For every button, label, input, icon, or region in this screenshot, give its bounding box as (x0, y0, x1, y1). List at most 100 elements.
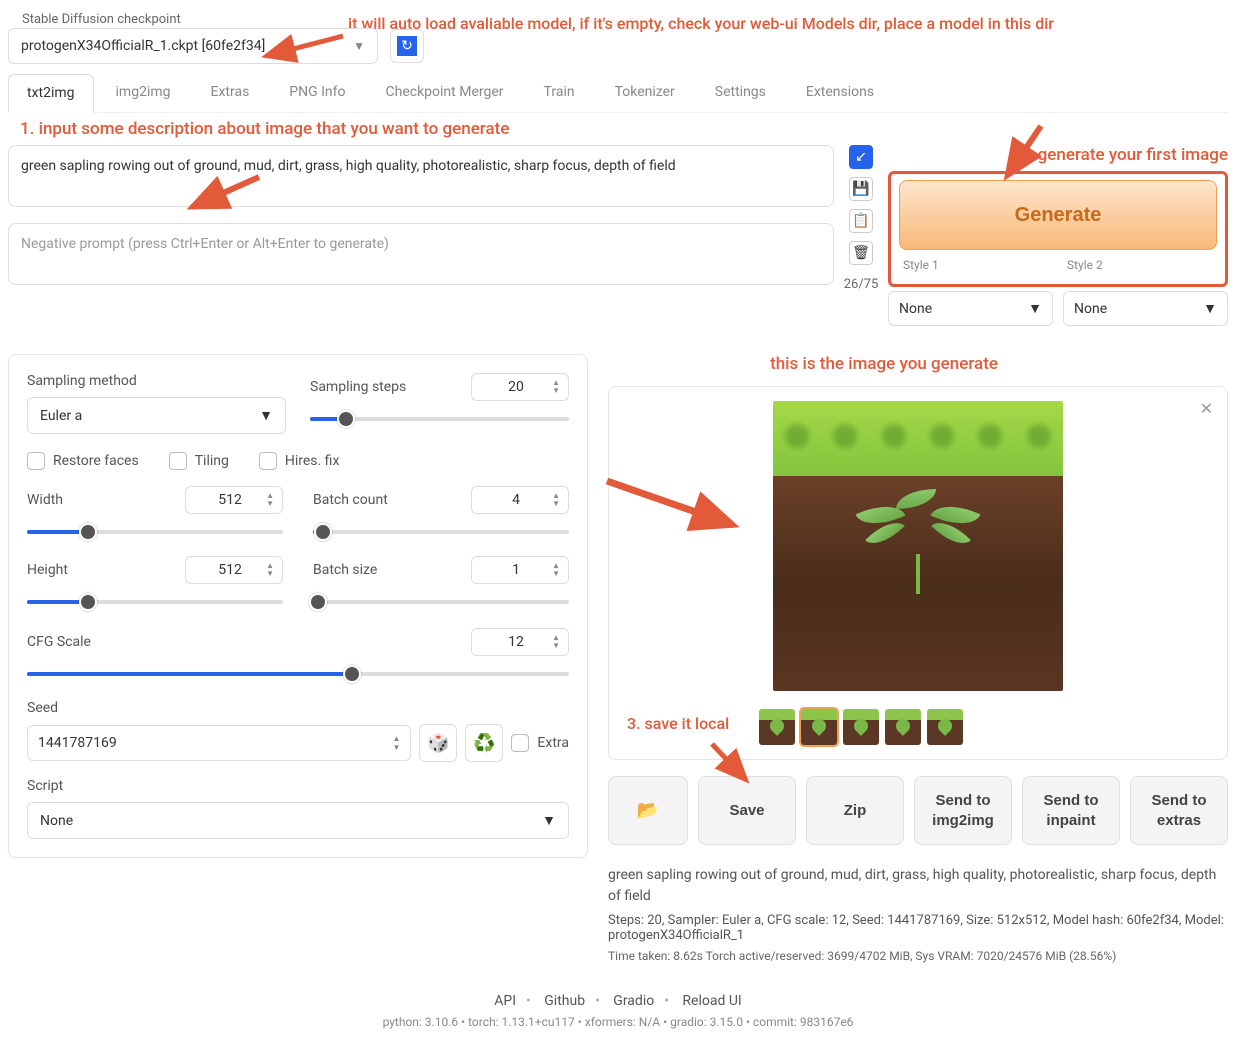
annotation-step2: 2. generate your first image (888, 145, 1228, 165)
style2-select[interactable]: None ▼ (1063, 291, 1228, 326)
tab-train[interactable]: Train (526, 74, 593, 112)
spinner-icon[interactable]: ▲▼ (266, 492, 274, 508)
result-meta: Steps: 20, Sampler: Euler a, CFG scale: … (608, 913, 1228, 943)
restore-faces-checkbox[interactable]: Restore faces (27, 452, 139, 470)
arrow-icon: ↙ (855, 149, 867, 165)
thumbnail-4[interactable] (885, 709, 921, 745)
annotation-mid: this is the image you generate (770, 354, 998, 374)
sampling-steps-value: 20 (480, 379, 552, 395)
tab-extensions[interactable]: Extensions (788, 74, 892, 112)
footer-link-github[interactable]: Github (544, 993, 585, 1009)
tab-pnginfo[interactable]: PNG Info (271, 74, 363, 112)
result-time: Time taken: 8.62s Torch active/reserved:… (608, 949, 1228, 963)
output-panel: ✕ 3. save it local (608, 386, 1228, 760)
save-icon: 💾 (852, 181, 869, 197)
save-button[interactable]: Save (698, 776, 796, 845)
tiling-checkbox[interactable]: Tiling (169, 452, 229, 470)
script-select[interactable]: None ▼ (27, 802, 569, 839)
spinner-icon[interactable]: ▲▼ (552, 634, 560, 650)
output-thumbnails (759, 709, 963, 745)
cfg-slider[interactable] (27, 664, 569, 684)
apply-arrow-button[interactable]: ↙ (849, 145, 873, 169)
negative-prompt-input[interactable] (8, 223, 834, 285)
footer-link-reload[interactable]: Reload UI (682, 993, 741, 1009)
open-folder-button[interactable]: 📂 (608, 776, 688, 845)
spinner-icon[interactable]: ▲▼ (266, 562, 274, 578)
cfg-label: CFG Scale (27, 634, 91, 650)
annotation-step1: 1. input some description about image th… (20, 119, 1228, 139)
width-value: 512 (194, 492, 266, 508)
batch-size-input[interactable]: 1▲▼ (471, 556, 569, 584)
seed-input[interactable]: 1441787169 ▲▼ (27, 725, 411, 761)
height-input[interactable]: 512▲▼ (185, 556, 283, 584)
width-label: Width (27, 492, 63, 508)
dice-icon: 🎲 (427, 733, 449, 754)
batch-count-value: 4 (480, 492, 552, 508)
annotation-step3: 3. save it local (627, 714, 729, 733)
batch-size-slider[interactable] (313, 592, 569, 612)
footer-sysinfo: python: 3.10.6 • torch: 1.13.1+cu117 • x… (8, 1015, 1228, 1029)
spinner-icon[interactable]: ▲▼ (552, 492, 560, 508)
recycle-icon: ♻️ (473, 733, 495, 754)
paste-button[interactable]: 📋 (849, 209, 873, 233)
close-icon[interactable]: ✕ (1200, 399, 1213, 418)
seed-reuse-button[interactable]: ♻️ (465, 724, 503, 762)
sampling-steps-input[interactable]: 20▲▼ (471, 373, 569, 401)
checkpoint-value: protogenX34OfficialR_1.ckpt [60fe2f34] (21, 38, 265, 54)
generate-label: Generate (1015, 204, 1102, 227)
token-count: 26/75 (844, 277, 879, 292)
height-slider[interactable] (27, 592, 283, 612)
tab-img2img[interactable]: img2img (98, 74, 189, 112)
sampling-steps-slider[interactable] (310, 409, 569, 429)
prompt-input[interactable] (8, 145, 834, 207)
settings-panel: Sampling method Euler a ▼ Sampling steps… (8, 354, 588, 858)
chevron-down-icon: ▼ (353, 39, 365, 53)
thumbnail-3[interactable] (843, 709, 879, 745)
height-value: 512 (194, 562, 266, 578)
spinner-icon[interactable]: ▲▼ (552, 379, 560, 395)
send-inpaint-button[interactable]: Send to inpaint (1022, 776, 1120, 845)
generate-button[interactable]: Generate (899, 180, 1217, 250)
sampling-method-label: Sampling method (27, 373, 286, 389)
width-slider[interactable] (27, 522, 283, 542)
style1-select[interactable]: None ▼ (888, 291, 1053, 326)
tab-ckpt-merger[interactable]: Checkpoint Merger (368, 74, 522, 112)
tab-settings[interactable]: Settings (697, 74, 784, 112)
send-extras-button[interactable]: Send to extras (1130, 776, 1228, 845)
save-prompt-button[interactable]: 💾 (849, 177, 873, 201)
generate-box: Generate Style 1 Style 2 (888, 171, 1228, 287)
tab-txt2img[interactable]: txt2img (8, 74, 94, 113)
sampling-method-value: Euler a (40, 408, 82, 424)
seed-extra-label: Extra (537, 735, 569, 751)
batch-count-input[interactable]: 4▲▼ (471, 486, 569, 514)
thumbnail-2[interactable] (801, 709, 837, 745)
sampling-method-select[interactable]: Euler a ▼ (27, 397, 286, 434)
thumbnail-5[interactable] (927, 709, 963, 745)
refresh-checkpoint-button[interactable]: ↻ (390, 29, 424, 63)
height-label: Height (27, 562, 68, 578)
tab-tokenizer[interactable]: Tokenizer (597, 74, 693, 112)
checkpoint-label: Stable Diffusion checkpoint (22, 12, 181, 27)
output-main-image[interactable] (773, 401, 1063, 691)
cfg-input[interactable]: 12▲▼ (471, 628, 569, 656)
batch-count-slider[interactable] (313, 522, 569, 542)
width-input[interactable]: 512▲▼ (185, 486, 283, 514)
zip-button[interactable]: Zip (806, 776, 904, 845)
hires-fix-checkbox[interactable]: Hires. fix (259, 452, 340, 470)
footer-link-api[interactable]: API (494, 993, 516, 1009)
clear-button[interactable]: 🗑 (849, 241, 873, 265)
seed-random-button[interactable]: 🎲 (419, 724, 457, 762)
sampling-steps-label: Sampling steps (310, 379, 406, 395)
spinner-icon[interactable]: ▲▼ (393, 734, 401, 752)
footer: API• Github• Gradio• Reload UI python: 3… (8, 993, 1228, 1029)
trash-icon: 🗑 (852, 245, 870, 261)
send-img2img-button[interactable]: Send to img2img (914, 776, 1012, 845)
footer-link-gradio[interactable]: Gradio (613, 993, 654, 1009)
seed-value: 1441787169 (38, 735, 117, 751)
tab-extras[interactable]: Extras (193, 74, 268, 112)
batch-size-label: Batch size (313, 562, 377, 578)
checkpoint-select[interactable]: protogenX34OfficialR_1.ckpt [60fe2f34] ▼ (8, 28, 378, 64)
spinner-icon[interactable]: ▲▼ (552, 562, 560, 578)
thumbnail-1[interactable] (759, 709, 795, 745)
seed-extra-checkbox[interactable]: Extra (511, 734, 569, 752)
